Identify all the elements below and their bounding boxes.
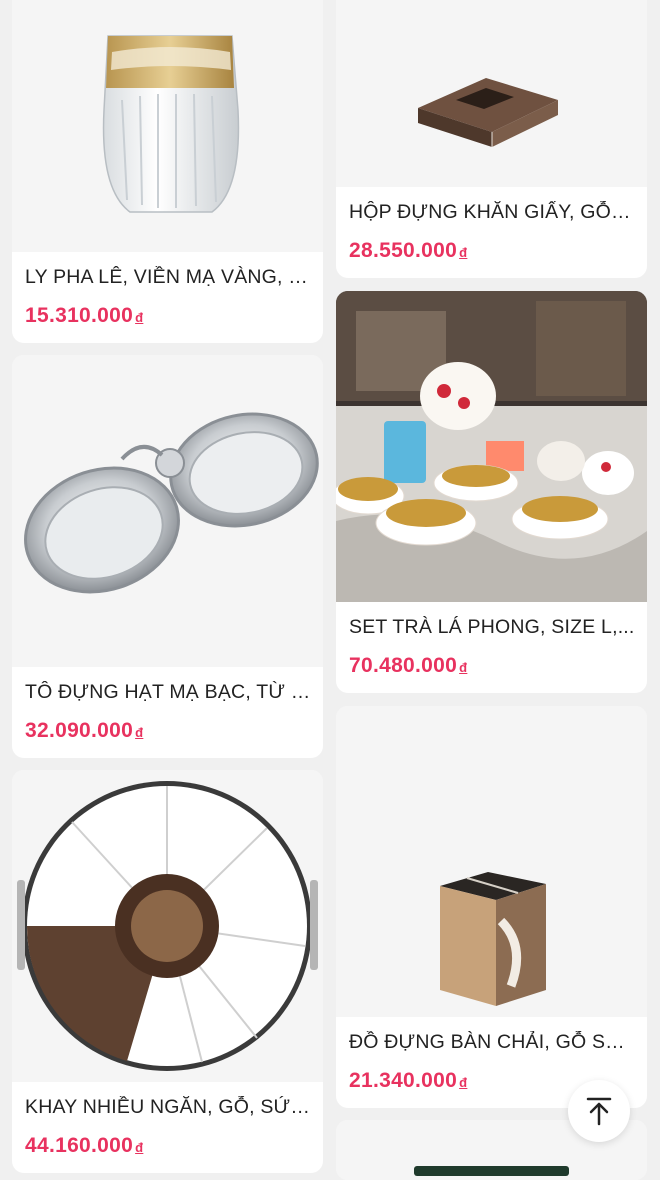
price-value: 44.160.000 xyxy=(25,1134,134,1157)
product-image-tissue-box[interactable] xyxy=(336,0,647,187)
price-value: 32.090.000 xyxy=(25,719,134,742)
product-image-tea-set[interactable] xyxy=(336,291,647,602)
price-value: 70.480.000 xyxy=(349,654,458,677)
price-value: 28.550.000 xyxy=(349,239,458,262)
product-card[interactable]: KHAY NHIỀU NGĂN, GỖ, SỨ,... 44.160.000 đ xyxy=(12,770,323,1173)
arrow-up-to-line-icon xyxy=(586,1097,612,1126)
product-card[interactable]: HỘP ĐỰNG KHĂN GIẤY, GỖ S... 28.550.000 đ xyxy=(336,0,647,278)
product-price: 15.310.000 đ xyxy=(25,304,143,328)
product-image-crystal-glass[interactable] xyxy=(12,0,323,252)
price-value: 21.340.000 xyxy=(349,1069,458,1092)
scroll-to-top-button[interactable] xyxy=(568,1080,630,1142)
product-price: 70.480.000 đ xyxy=(349,654,467,678)
currency-symbol: đ xyxy=(135,725,144,740)
price-value: 15.310.000 xyxy=(25,304,134,327)
product-image-toothbrush-holder[interactable] xyxy=(336,706,647,1017)
product-price: 28.550.000 đ xyxy=(349,239,467,263)
product-name[interactable]: HỘP ĐỰNG KHĂN GIẤY, GỖ S... xyxy=(349,201,635,224)
product-name[interactable]: TÔ ĐỰNG HẠT MẠ BẠC, TỪ P... xyxy=(25,681,311,704)
currency-symbol: đ xyxy=(459,660,468,675)
product-price: 44.160.000 đ xyxy=(25,1134,143,1158)
product-image-silver-bowl[interactable] xyxy=(12,355,323,667)
product-card[interactable]: LY PHA LÊ, VIỀN MẠ VÀNG, H... 15.310.000… xyxy=(12,0,323,343)
product-price: 21.340.000 đ xyxy=(349,1069,467,1093)
currency-symbol: đ xyxy=(459,1075,468,1090)
currency-symbol: đ xyxy=(135,310,144,325)
product-card[interactable]: SET TRÀ LÁ PHONG, SIZE L,... 70.480.000 đ xyxy=(336,291,647,693)
product-name[interactable]: KHAY NHIỀU NGĂN, GỖ, SỨ,... xyxy=(25,1096,311,1119)
product-card[interactable]: TÔ ĐỰNG HẠT MẠ BẠC, TỪ P... 32.090.000 đ xyxy=(12,355,323,758)
product-price: 32.090.000 đ xyxy=(25,719,143,743)
product-name[interactable]: SET TRÀ LÁ PHONG, SIZE L,... xyxy=(349,616,635,639)
product-image-tray[interactable] xyxy=(12,770,323,1082)
currency-symbol: đ xyxy=(459,245,468,260)
product-name[interactable]: ĐỒ ĐỰNG BÀN CHẢI, GỖ SỒI... xyxy=(349,1031,635,1054)
product-name[interactable]: LY PHA LÊ, VIỀN MẠ VÀNG, H... xyxy=(25,266,311,289)
currency-symbol: đ xyxy=(135,1140,144,1155)
product-card[interactable]: ĐỒ ĐỰNG BÀN CHẢI, GỖ SỒI... 21.340.000 đ xyxy=(336,706,647,1108)
